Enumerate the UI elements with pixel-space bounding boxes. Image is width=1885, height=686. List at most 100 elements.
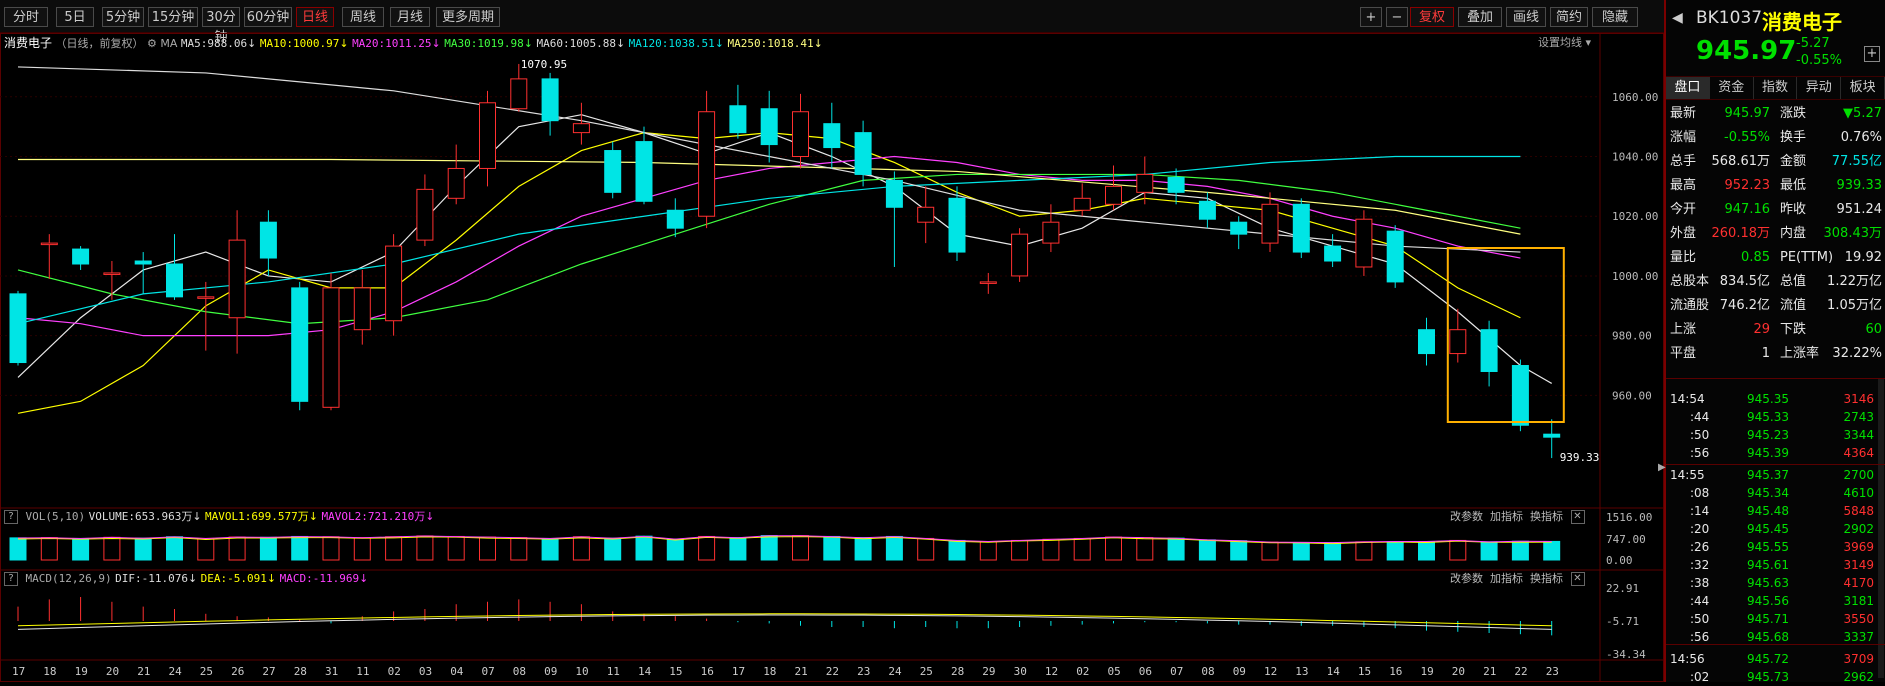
date-tick-label: 29 bbox=[982, 665, 995, 678]
date-tick-label: 24 bbox=[888, 665, 902, 678]
help-icon[interactable]: ? bbox=[4, 510, 18, 524]
tick-volume: 3969 bbox=[1843, 540, 1874, 554]
quote-row: 流通股 746.2亿 流值 1.05万亿 bbox=[1670, 294, 1884, 318]
tick-row: :56 945.39 4364 bbox=[1668, 444, 1884, 462]
vol-close-icon[interactable]: ✕ bbox=[1570, 510, 1585, 524]
candle-body bbox=[1167, 176, 1185, 193]
period-tab-9[interactable]: 更多周期 bbox=[436, 7, 500, 27]
quote-label: 最新 bbox=[1670, 106, 1697, 121]
quote-tab-2[interactable]: 指数 bbox=[1754, 77, 1798, 99]
toolbar-button-5[interactable]: 简约 bbox=[1550, 7, 1588, 27]
toolbar-button-4[interactable]: 画线 bbox=[1506, 7, 1546, 27]
low-annotation: 939.33 bbox=[1560, 451, 1600, 464]
candle-body bbox=[1042, 221, 1060, 244]
tick-time: :14 bbox=[1690, 504, 1710, 518]
volume-bar bbox=[1105, 536, 1122, 561]
date-tick-label: 15 bbox=[669, 665, 682, 678]
candle-body bbox=[72, 248, 90, 265]
volume-bar bbox=[72, 537, 90, 561]
quote-label: 上涨率 bbox=[1780, 346, 1820, 361]
candle-body bbox=[40, 242, 58, 246]
dif-arrow-icon: ↓ bbox=[187, 572, 198, 585]
date-tick-label: 18 bbox=[763, 665, 776, 678]
quote-tab-4[interactable]: 板块 bbox=[1841, 77, 1885, 99]
quote-label: 下跌 bbox=[1780, 322, 1807, 337]
quote-value: ▼5.27 bbox=[1843, 106, 1882, 121]
date-tick-label: 19 bbox=[1421, 665, 1434, 678]
toolbar-button-2[interactable]: 复权 bbox=[1410, 7, 1454, 27]
quote-value: 1 bbox=[1761, 346, 1770, 361]
candle-body bbox=[1105, 185, 1122, 205]
add-watchlist-icon[interactable]: + bbox=[1864, 46, 1880, 62]
volume-bar bbox=[635, 535, 653, 561]
ma-settings-link[interactable]: 设置均线 ▾ bbox=[1538, 34, 1591, 52]
volume-bar bbox=[1324, 542, 1342, 561]
help-icon[interactable]: ? bbox=[4, 572, 18, 586]
tick-scrollbar[interactable] bbox=[1878, 378, 1884, 678]
ma20-arrow-icon: ↓ bbox=[431, 37, 441, 50]
quote-value: 77.55亿 bbox=[1831, 154, 1882, 169]
date-tick-label: 18 bbox=[43, 665, 56, 678]
date-tick-label: 23 bbox=[1546, 665, 1559, 678]
macd-edit-params-button[interactable]: 改参数 bbox=[1450, 572, 1483, 585]
quote-tab-0[interactable]: 盘口 bbox=[1666, 77, 1710, 99]
period-tab-5[interactable]: 60分钟 bbox=[244, 7, 292, 27]
macd-close-icon[interactable]: ✕ bbox=[1570, 572, 1585, 586]
date-tick-label: 09 bbox=[1233, 665, 1246, 678]
macd-switch-indicator-button[interactable]: 换指标 bbox=[1530, 572, 1563, 585]
panel-divider bbox=[1666, 464, 1885, 465]
tick-row: :14 945.48 5848 bbox=[1668, 502, 1884, 520]
vol-header: ? VOL(5,10) VOLUME:653.963万↓ MAVOL1:699.… bbox=[0, 508, 434, 526]
volume-bar bbox=[541, 537, 559, 561]
quote-label: 总股本 bbox=[1670, 274, 1710, 289]
toolbar-button-3[interactable]: 叠加 bbox=[1458, 7, 1502, 27]
vol-switch-indicator-button[interactable]: 换指标 bbox=[1530, 510, 1563, 523]
date-tick-label: 21 bbox=[137, 665, 150, 678]
date-tick-label: 15 bbox=[1358, 665, 1371, 678]
period-tab-6[interactable]: 日线 bbox=[296, 7, 334, 27]
candle-body bbox=[1230, 221, 1248, 235]
tick-price: 945.37 bbox=[1747, 468, 1789, 482]
period-tab-3[interactable]: 15分钟 bbox=[148, 7, 198, 27]
panel-divider bbox=[1666, 378, 1885, 379]
quote-label: PE(TTM) bbox=[1780, 250, 1834, 265]
period-tab-0[interactable]: 分时 bbox=[4, 7, 48, 27]
period-tab-1[interactable]: 5日 bbox=[56, 7, 94, 27]
panel-collapse-icon[interactable]: ▶ bbox=[1658, 462, 1666, 486]
tick-time: 14:55 bbox=[1670, 468, 1705, 482]
quote-tab-1[interactable]: 资金 bbox=[1710, 77, 1754, 99]
macd-header: ? MACD(12,26,9) DIF:-11.076↓ DEA:-5.091↓… bbox=[0, 570, 368, 588]
quote-tabs: 盘口 资金 指数 异动 板块 bbox=[1666, 76, 1885, 100]
period-tab-7[interactable]: 周线 bbox=[342, 7, 384, 27]
volume-bar bbox=[698, 535, 716, 561]
toolbar-button-1[interactable]: − bbox=[1386, 7, 1408, 27]
vol-add-indicator-button[interactable]: 加指标 bbox=[1490, 510, 1523, 523]
macd-add-indicator-button[interactable]: 加指标 bbox=[1490, 572, 1523, 585]
volume-bar bbox=[948, 539, 966, 561]
period-tab-4[interactable]: 30分钟 bbox=[202, 7, 240, 45]
date-tick-label: 11 bbox=[356, 665, 369, 678]
tick-volume: 2700 bbox=[1843, 468, 1874, 482]
ma120-value: MA120:1038.51 bbox=[628, 37, 715, 50]
tick-time: :32 bbox=[1690, 558, 1710, 572]
quote-tab-3[interactable]: 异动 bbox=[1797, 77, 1842, 99]
settings-gear-icon[interactable]: ⚙ bbox=[147, 37, 157, 50]
tick-time: :08 bbox=[1690, 486, 1710, 500]
volume-bar bbox=[259, 536, 277, 561]
date-tick-label: 22 bbox=[1514, 665, 1527, 678]
prev-stock-icon[interactable]: ◀ bbox=[1672, 10, 1683, 26]
toolbar-button-0[interactable]: + bbox=[1360, 7, 1382, 27]
tick-row: :44 945.56 3181 bbox=[1668, 592, 1884, 610]
period-tab-2[interactable]: 5分钟 bbox=[102, 7, 144, 27]
volume-bar bbox=[572, 536, 590, 561]
vol-edit-params-button[interactable]: 改参数 bbox=[1450, 510, 1483, 523]
candle-body bbox=[1418, 329, 1435, 355]
date-tick-label: 09 bbox=[544, 665, 557, 678]
candle-body bbox=[1355, 218, 1373, 268]
toolbar-button-6[interactable]: 隐藏 bbox=[1592, 7, 1638, 27]
high-annotation: 1070.95 bbox=[521, 58, 567, 71]
candle-body bbox=[197, 296, 215, 299]
tick-volume: 2743 bbox=[1843, 410, 1874, 424]
period-tab-8[interactable]: 月线 bbox=[390, 7, 430, 27]
date-tick-label: 10 bbox=[575, 665, 588, 678]
